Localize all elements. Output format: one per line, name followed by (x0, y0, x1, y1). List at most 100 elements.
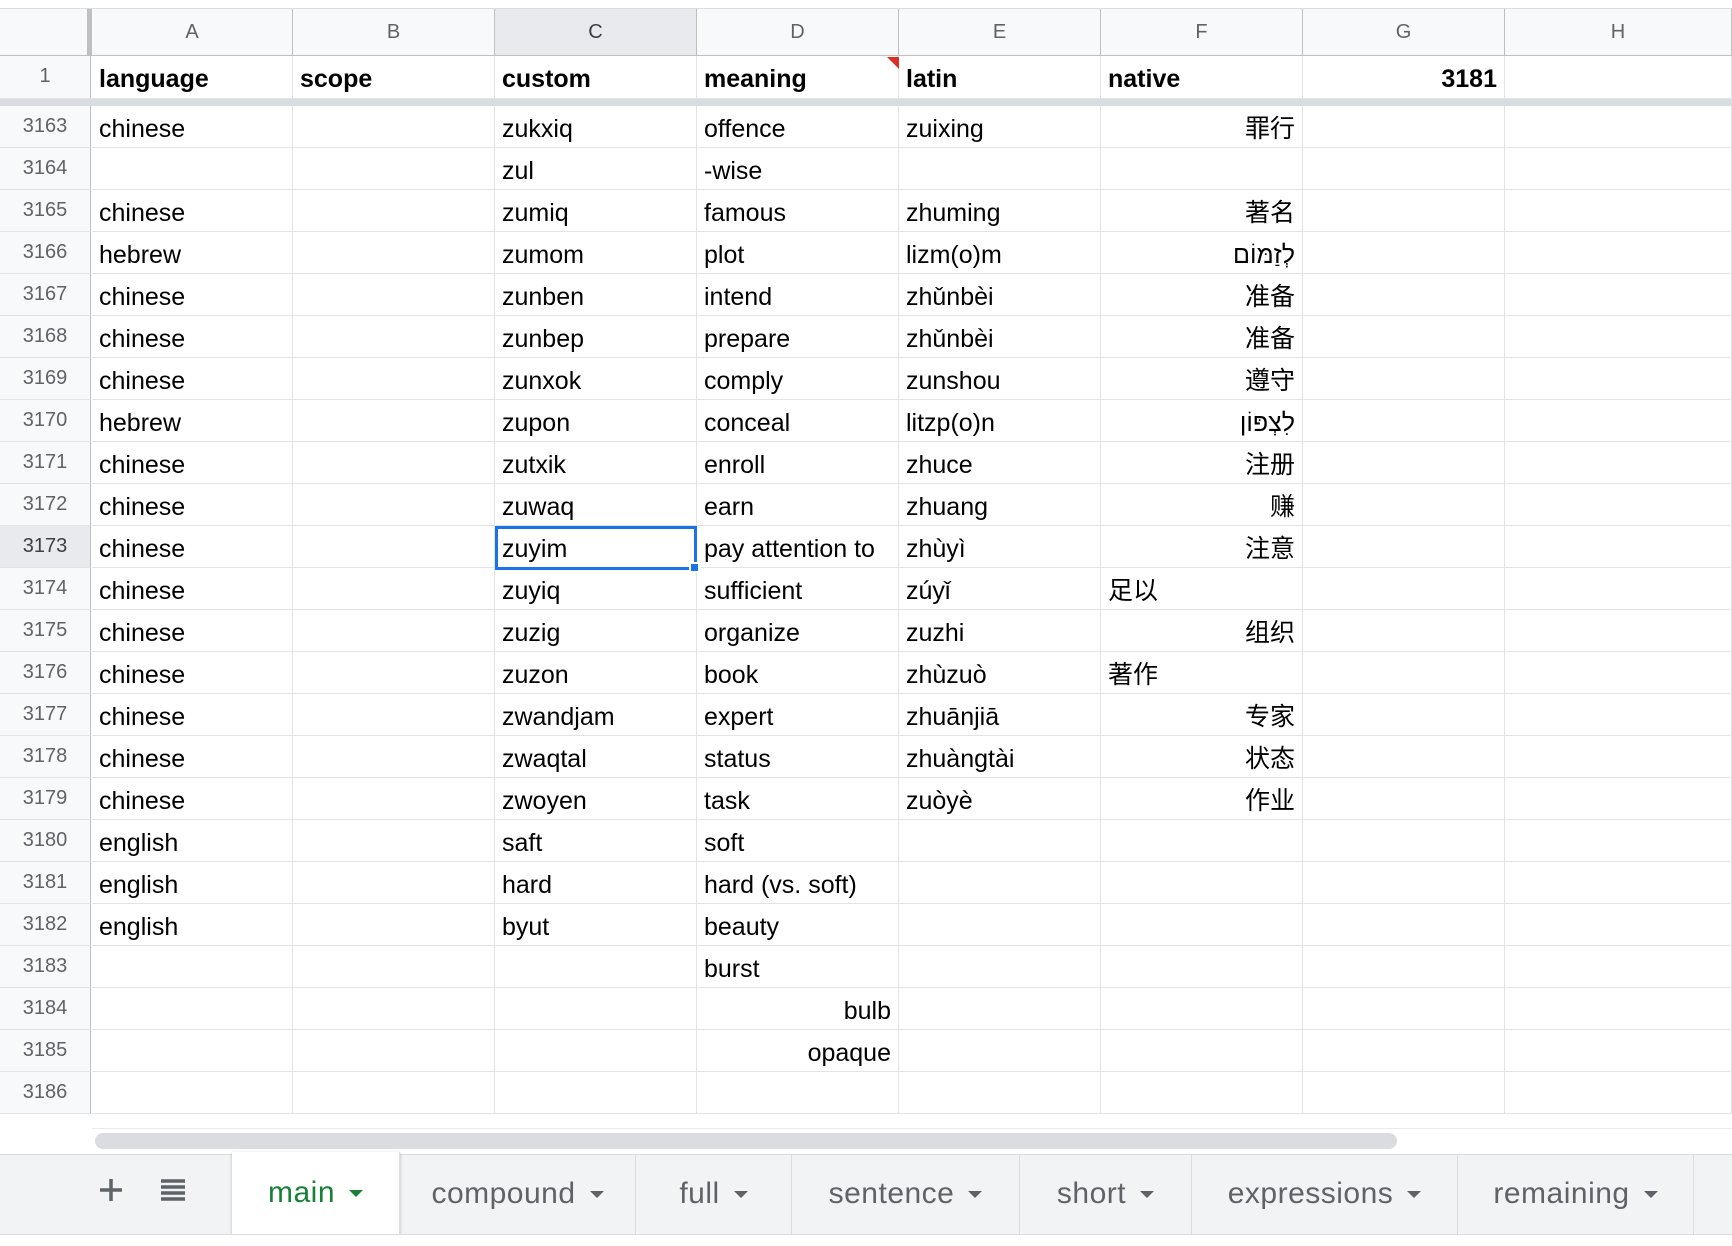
cell-latin[interactable]: zhuce (899, 442, 1101, 484)
frozen-row-divider[interactable] (0, 99, 1732, 106)
header-cell[interactable]: meaning (697, 56, 899, 99)
cell-latin[interactable] (899, 988, 1101, 1030)
cell-empty[interactable] (1505, 316, 1732, 358)
tab-expressions[interactable]: expressions (1192, 1154, 1458, 1234)
cell-empty[interactable] (1505, 904, 1732, 946)
column-header-a[interactable]: A (92, 9, 293, 56)
row-header[interactable]: 3182 (0, 904, 91, 946)
select-all-corner[interactable] (0, 9, 92, 56)
cell-empty[interactable] (1303, 1030, 1505, 1072)
column-header-g[interactable]: G (1303, 9, 1505, 56)
header-cell[interactable] (1505, 56, 1732, 99)
comment-note-marker[interactable] (887, 57, 899, 69)
cell-native[interactable]: 赚 (1101, 484, 1303, 526)
cell-empty[interactable] (1303, 190, 1505, 232)
cell-empty[interactable] (1303, 568, 1505, 610)
tab-compound[interactable]: compound (400, 1154, 636, 1234)
tab-remaining[interactable]: remaining (1458, 1154, 1694, 1234)
cell-empty[interactable] (1303, 106, 1505, 148)
horizontal-scrollbar-thumb[interactable] (95, 1133, 1397, 1149)
cell-latin[interactable] (899, 1030, 1101, 1072)
cell-scope[interactable] (293, 778, 495, 820)
cell-native[interactable]: 注意 (1101, 526, 1303, 568)
cell-empty[interactable] (1505, 232, 1732, 274)
cell-language[interactable]: chinese (92, 484, 293, 526)
cell-language[interactable]: chinese (92, 736, 293, 778)
chevron-down-icon[interactable] (1140, 1190, 1155, 1198)
cell-custom[interactable]: zuzon (495, 652, 697, 694)
cell-empty[interactable] (1303, 988, 1505, 1030)
row-header[interactable]: 3183 (0, 946, 91, 988)
cell-custom[interactable]: zunben (495, 274, 697, 316)
cell-scope[interactable] (293, 232, 495, 274)
cell-scope[interactable] (293, 400, 495, 442)
cell-empty[interactable] (1505, 148, 1732, 190)
row-header[interactable]: 3185 (0, 1030, 91, 1072)
cell-custom[interactable] (495, 1030, 697, 1072)
cell-meaning[interactable]: opaque (697, 1030, 899, 1072)
column-header-b[interactable]: B (293, 9, 495, 56)
cell-empty[interactable] (1505, 988, 1732, 1030)
cell-empty[interactable] (1505, 1072, 1732, 1114)
cell-meaning[interactable] (697, 1072, 899, 1114)
row-header[interactable]: 3171 (0, 442, 91, 484)
chevron-down-icon[interactable] (1407, 1190, 1422, 1198)
cell-native[interactable]: 罪行 (1101, 106, 1303, 148)
cell-empty[interactable] (1505, 946, 1732, 988)
header-cell[interactable]: custom (495, 56, 697, 99)
cell-meaning[interactable]: expert (697, 694, 899, 736)
cell-scope[interactable] (293, 904, 495, 946)
row-header[interactable]: 3181 (0, 862, 91, 904)
cell-language[interactable]: english (92, 904, 293, 946)
cell-custom[interactable]: zunbep (495, 316, 697, 358)
row-header[interactable]: 3179 (0, 778, 91, 820)
cell-custom[interactable]: zuwaq (495, 484, 697, 526)
row-header[interactable]: 3164 (0, 148, 91, 190)
cell-empty[interactable] (1303, 820, 1505, 862)
cell-latin[interactable]: zhùzuò (899, 652, 1101, 694)
cell-latin[interactable]: zunshou (899, 358, 1101, 400)
cell-native[interactable]: 组织 (1101, 610, 1303, 652)
cell-native[interactable]: 足以 (1101, 568, 1303, 610)
chevron-down-icon[interactable] (349, 1189, 364, 1197)
cell-scope[interactable] (293, 1030, 495, 1072)
column-header-c[interactable]: C (495, 9, 697, 56)
cell-native[interactable] (1101, 1072, 1303, 1114)
all-sheets-icon[interactable] (148, 1165, 198, 1215)
cell-language[interactable]: chinese (92, 694, 293, 736)
cell-language[interactable]: chinese (92, 358, 293, 400)
cell-latin[interactable]: zhǔnbèi (899, 274, 1101, 316)
cell-native[interactable] (1101, 148, 1303, 190)
cell-latin[interactable] (899, 946, 1101, 988)
header-cell[interactable]: native (1101, 56, 1303, 99)
header-cell[interactable]: 3181 (1303, 56, 1505, 99)
cell-native[interactable]: לְזַמּוֹם (1101, 232, 1303, 274)
chevron-down-icon[interactable] (1643, 1190, 1658, 1198)
cell-meaning[interactable]: sufficient (697, 568, 899, 610)
cell-empty[interactable] (1303, 358, 1505, 400)
cell-custom[interactable]: zumom (495, 232, 697, 274)
cell-empty[interactable] (1505, 442, 1732, 484)
cell-latin[interactable]: zhuānjiā (899, 694, 1101, 736)
cell-empty[interactable] (1505, 484, 1732, 526)
cell-latin[interactable]: zuixing (899, 106, 1101, 148)
cell-empty[interactable] (1303, 400, 1505, 442)
cell-empty[interactable] (1303, 694, 1505, 736)
cell-custom[interactable]: zunxok (495, 358, 697, 400)
cell-meaning[interactable]: burst (697, 946, 899, 988)
cell-language[interactable]: chinese (92, 274, 293, 316)
cell-language[interactable]: hebrew (92, 232, 293, 274)
cell-native[interactable]: 遵守 (1101, 358, 1303, 400)
cell-empty[interactable] (1303, 526, 1505, 568)
cell-meaning[interactable]: intend (697, 274, 899, 316)
cell-latin[interactable]: lizm(o)m (899, 232, 1101, 274)
cell-native[interactable] (1101, 862, 1303, 904)
row-header[interactable]: 3168 (0, 316, 91, 358)
cell-native[interactable]: 专家 (1101, 694, 1303, 736)
cell-custom[interactable] (495, 988, 697, 1030)
cell-scope[interactable] (293, 736, 495, 778)
cell-empty[interactable] (1303, 274, 1505, 316)
cell-language[interactable]: chinese (92, 652, 293, 694)
cell-empty[interactable] (1303, 778, 1505, 820)
cell-scope[interactable] (293, 190, 495, 232)
